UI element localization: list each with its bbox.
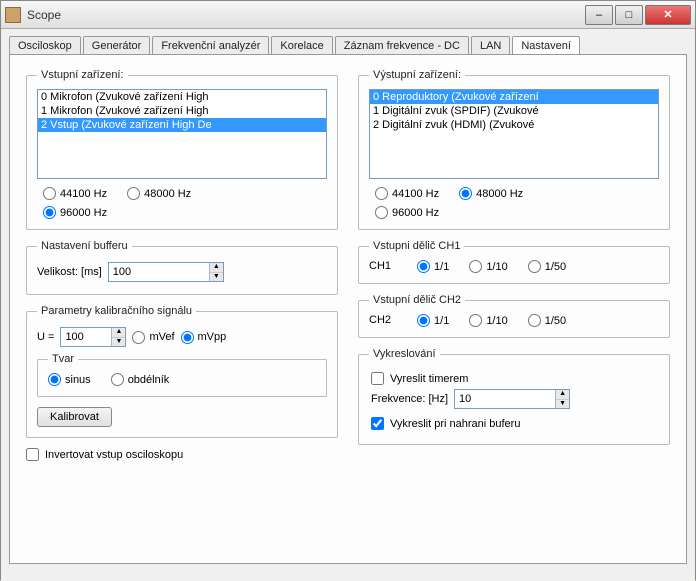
ch1-1-50[interactable]: 1/50 [528,260,566,273]
spinner-up-icon[interactable]: ▲ [112,328,125,338]
buffer-size-input[interactable] [109,263,209,281]
listbox-output-devices[interactable]: 0 Reproduktory (Zvukové zařízení 1 Digit… [369,89,659,179]
left-column: Vstupní zařízení: 0 Mikrofon (Zvukové za… [26,69,338,465]
ch2-prefix: CH2 [369,314,391,327]
render-timer-label: Vyreslit timerem [390,373,468,385]
u-spinner[interactable]: ▲▼ [60,327,126,347]
ch1-prefix: CH1 [369,260,391,273]
legend-shape: Tvar [48,353,78,365]
unit-mvef[interactable]: mVef [132,331,174,344]
output-freq-48000[interactable]: 48000 Hz [459,187,523,200]
spinner-down-icon[interactable]: ▼ [210,273,223,282]
spinner-down-icon[interactable]: ▼ [112,338,125,347]
legend-output-devices: Výstupní zařízení: [369,69,465,81]
legend-divider-ch2: Vstupní dělič CH2 [369,294,465,306]
app-icon [5,7,21,23]
input-freq-96000[interactable]: 96000 Hz [43,206,107,219]
legend-rendering: Vykreslování [369,348,440,360]
group-input-devices: Vstupní zařízení: 0 Mikrofon (Zvukové za… [26,69,338,230]
legend-input-devices: Vstupní zařízení: [37,69,128,81]
output-device-item[interactable]: 1 Digitální zvuk (SPDIF) (Zvukové [370,104,658,118]
render-timer-checkbox[interactable] [371,372,384,385]
ch2-1-1[interactable]: 1/1 [417,314,449,327]
group-buffer: Nastavení bufferu Velikost: [ms] ▲▼ [26,240,338,295]
output-freq-96000[interactable]: 96000 Hz [375,206,439,219]
spinner-up-icon[interactable]: ▲ [556,390,569,400]
output-device-item[interactable]: 2 Digitální zvuk (HDMI) (Zvukové [370,118,658,132]
group-rendering: Vykreslování Vyreslit timerem Frekvence:… [358,348,670,445]
client-area: Osciloskop Generátor Frekvenční analyzér… [1,29,695,581]
u-input[interactable] [61,328,111,346]
invert-input-checkbox[interactable] [26,448,39,461]
spinner-up-icon[interactable]: ▲ [210,263,223,273]
ch1-1-1[interactable]: 1/1 [417,260,449,273]
spinner-down-icon[interactable]: ▼ [556,400,569,409]
input-freq-48000[interactable]: 48000 Hz [127,187,191,200]
app-window: Scope – □ ✕ Osciloskop Generátor Frekven… [0,0,696,580]
group-divider-ch1: Vstupni dělič CH1 CH1 1/1 1/10 1/50 [358,240,670,284]
tab-osciloskop[interactable]: Osciloskop [9,36,81,55]
render-buffer-checkbox[interactable] [371,417,384,430]
calibrate-button[interactable]: Kalibrovat [37,407,112,427]
close-button[interactable]: ✕ [645,5,691,25]
input-device-item[interactable]: 1 Mikrofon (Zvukové zařízení High [38,104,326,118]
tab-nastaveni[interactable]: Nastavení [512,36,580,56]
listbox-input-devices[interactable]: 0 Mikrofon (Zvukové zařízení High 1 Mikr… [37,89,327,179]
right-column: Výstupní zařízení: 0 Reproduktory (Zvuko… [358,69,670,465]
ch2-1-50[interactable]: 1/50 [528,314,566,327]
ch2-1-10[interactable]: 1/10 [469,314,507,327]
output-device-item[interactable]: 0 Reproduktory (Zvukové zařízení [370,90,658,104]
tab-korelace[interactable]: Korelace [271,36,332,55]
group-shape: Tvar sinus obdélník [37,353,327,397]
tab-page-nastaveni: Vstupní zařízení: 0 Mikrofon (Zvukové za… [9,54,687,564]
shape-rect[interactable]: obdélník [111,373,170,386]
input-freq-44100[interactable]: 44100 Hz [43,187,107,200]
input-device-item[interactable]: 2 Vstup (Zvukové zařízení High De [38,118,326,132]
buffer-size-spinner[interactable]: ▲▼ [108,262,224,282]
output-freq-44100[interactable]: 44100 Hz [375,187,439,200]
shape-sinus[interactable]: sinus [48,373,91,386]
tab-generator[interactable]: Generátor [83,36,151,55]
tab-lan[interactable]: LAN [471,36,510,55]
unit-mvpp[interactable]: mVpp [181,331,227,344]
legend-calibration: Parametry kalibračního signálu [37,305,196,317]
window-buttons: – □ ✕ [583,5,691,25]
tab-strip: Osciloskop Generátor Frekvenční analyzér… [9,35,687,55]
tab-frekvencni-analyzer[interactable]: Frekvenční analyzér [152,36,269,55]
titlebar: Scope – □ ✕ [1,1,695,29]
u-label: U = [37,331,54,343]
render-buffer-label: Vykreslit pri nahrani buferu [390,418,520,430]
group-calibration: Parametry kalibračního signálu U = ▲▼ mV… [26,305,338,438]
tab-zaznam-frekvence[interactable]: Záznam frekvence - DC [335,36,469,55]
minimize-button[interactable]: – [585,5,613,25]
buffer-size-label: Velikost: [ms] [37,266,102,278]
invert-input-label: Invertovat vstup osciloskopu [45,449,183,461]
input-device-item[interactable]: 0 Mikrofon (Zvukové zařízení High [38,90,326,104]
group-output-devices: Výstupní zařízení: 0 Reproduktory (Zvuko… [358,69,670,230]
render-freq-spinner[interactable]: ▲▼ [454,389,570,409]
maximize-button[interactable]: □ [615,5,643,25]
window-title: Scope [27,8,583,22]
legend-buffer: Nastavení bufferu [37,240,132,252]
ch1-1-10[interactable]: 1/10 [469,260,507,273]
render-freq-label: Frekvence: [Hz] [371,393,448,405]
render-freq-input[interactable] [455,390,555,408]
legend-divider-ch1: Vstupni dělič CH1 [369,240,464,252]
group-divider-ch2: Vstupní dělič CH2 CH2 1/1 1/10 1/50 [358,294,670,338]
